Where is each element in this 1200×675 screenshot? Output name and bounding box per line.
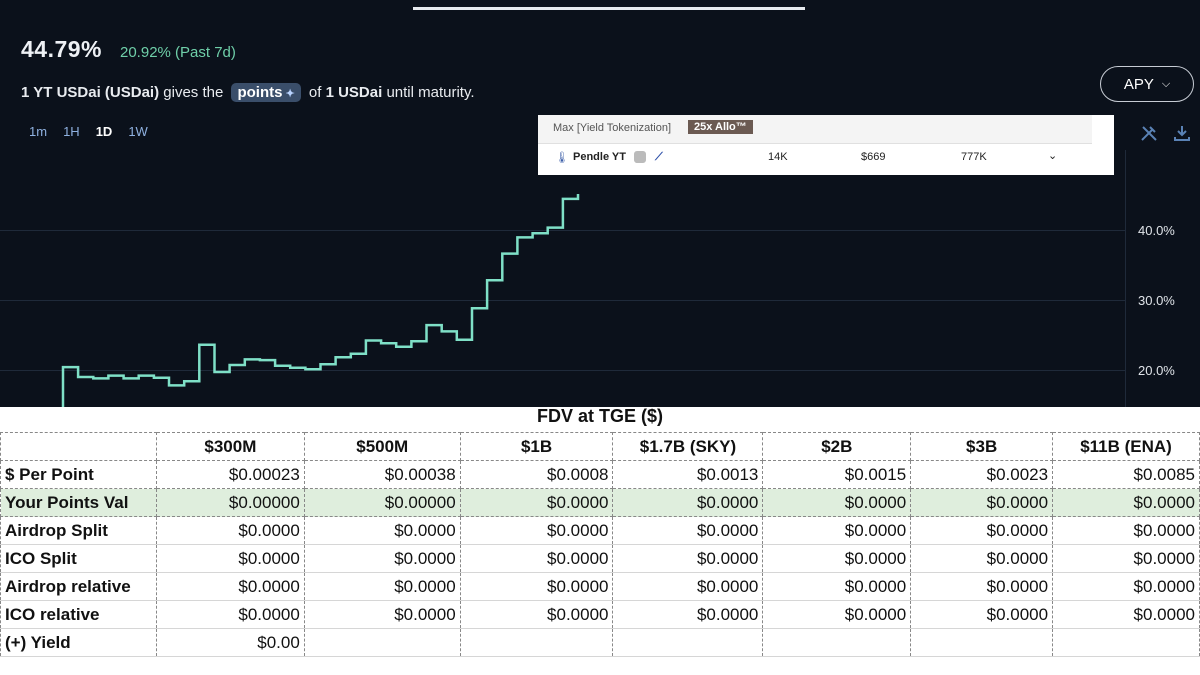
table-cell: $0.0000 <box>612 516 764 545</box>
corner-cell <box>0 432 157 461</box>
col-header: $11B (ENA) <box>1052 432 1200 461</box>
row-label: Airdrop Split <box>0 516 157 545</box>
col-header: $1B <box>460 432 614 461</box>
table-cell <box>460 628 614 657</box>
table-cell: $0.0000 <box>612 572 764 601</box>
col-header: $3B <box>910 432 1054 461</box>
table-row: Airdrop Split $0.0000 $0.0000 $0.0000 $0… <box>0 516 1200 545</box>
fdv-table: $300M $500M $1B $1.7B (SKY) $2B $3B $11B… <box>0 432 1200 657</box>
header-row: $300M $500M $1B $1.7B (SKY) $2B $3B $11B… <box>0 432 1200 461</box>
popup-title: Max [Yield Tokenization] <box>553 122 672 134</box>
protocol-icon <box>634 151 646 163</box>
table-cell: $0.0000 <box>1052 488 1200 517</box>
arbitrum-icon: ⟋ <box>655 151 663 163</box>
col-header: $1.7B (SKY) <box>612 432 764 461</box>
table-cell: $0.0015 <box>762 460 912 489</box>
table-cell: $0.0000 <box>762 572 912 601</box>
table-cell: $0.0000 <box>1052 572 1200 601</box>
col-header: $300M <box>156 432 305 461</box>
chevron-down-icon[interactable]: ⌄ <box>1048 149 1057 162</box>
table-caption: FDV at TGE ($) <box>536 406 663 426</box>
chart-panel: 44.79% 20.92% (Past 7d) 1 YT USDai (USDa… <box>0 0 1200 407</box>
table-cell: $0.0000 <box>612 488 764 517</box>
popup-col2: $669 <box>861 151 886 163</box>
table-cell <box>612 628 764 657</box>
table-cell <box>1052 628 1200 657</box>
series-line <box>61 194 580 407</box>
table-cell: $0.0000 <box>762 544 912 573</box>
col-header: $500M <box>304 432 461 461</box>
yield-tokenization-popup: Max [Yield Tokenization] 25x Allo™ 🌡 Pen… <box>538 115 1114 175</box>
table-cell: $0.0000 <box>156 572 305 601</box>
col-header: $2B <box>762 432 912 461</box>
row-label: $ Per Point <box>0 460 157 489</box>
row-label: (+) Yield <box>0 628 157 657</box>
table-cell: $0.0000 <box>910 544 1054 573</box>
allocation-badge: 25x Allo™ <box>688 120 753 134</box>
table-cell <box>910 628 1054 657</box>
table-cell: $0.0008 <box>460 460 614 489</box>
thermometer-icon: 🌡 <box>555 152 569 164</box>
table-cell: $0.0000 <box>460 516 614 545</box>
table-cell: $0.0000 <box>910 572 1054 601</box>
row-label: Airdrop relative <box>0 572 157 601</box>
row-label: ICO Split <box>0 544 157 573</box>
table-cell: $0.00000 <box>156 488 305 517</box>
table-cell: $0.0000 <box>762 600 912 629</box>
table-cell: $0.00 <box>156 628 305 657</box>
table-row: Your Points Val $0.00000 $0.00000 $0.000… <box>0 488 1200 517</box>
table-cell: $0.0023 <box>910 460 1054 489</box>
table-cell: $0.0013 <box>612 460 764 489</box>
table-cell: $0.00023 <box>156 460 305 489</box>
table-cell: $0.0000 <box>460 600 614 629</box>
popup-row[interactable]: 🌡 Pendle YT ⟋ 14K $669 777K ⌄ <box>538 145 1092 169</box>
table-cell <box>304 628 461 657</box>
row-label: ICO relative <box>0 600 157 629</box>
table-cell: $0.0000 <box>1052 600 1200 629</box>
table-cell: $0.0000 <box>460 572 614 601</box>
pendle-yt-name: Pendle YT <box>573 151 626 163</box>
table-cell: $0.0000 <box>612 600 764 629</box>
table-row: Airdrop relative $0.0000 $0.0000 $0.0000… <box>0 572 1200 601</box>
table-cell: $0.0000 <box>304 544 461 573</box>
table-cell: $0.0000 <box>460 544 614 573</box>
table-row: ICO Split $0.0000 $0.0000 $0.0000 $0.000… <box>0 544 1200 573</box>
table-cell: $0.00000 <box>304 488 461 517</box>
table-cell: $0.0000 <box>762 488 912 517</box>
row-label: Your Points Val <box>0 488 157 517</box>
table-cell: $0.0000 <box>910 516 1054 545</box>
table-row: ICO relative $0.0000 $0.0000 $0.0000 $0.… <box>0 600 1200 629</box>
table-cell: $0.0000 <box>304 516 461 545</box>
table-cell: $0.0000 <box>460 488 614 517</box>
popup-col1: 14K <box>768 151 788 163</box>
table-cell: $0.0000 <box>156 516 305 545</box>
popup-col3: 777K <box>961 151 987 163</box>
apy-line-chart <box>61 194 580 407</box>
table-cell: $0.0000 <box>156 600 305 629</box>
table-cell: $0.0000 <box>304 572 461 601</box>
table-cell: $0.0000 <box>1052 516 1200 545</box>
table-cell: $0.00038 <box>304 460 461 489</box>
table-row: (+) Yield $0.00 <box>0 628 1200 657</box>
table-cell: $0.0000 <box>910 600 1054 629</box>
table-row: $ Per Point $0.00023 $0.00038 $0.0008 $0… <box>0 460 1200 489</box>
table-cell <box>762 628 912 657</box>
table-cell: $0.0000 <box>910 488 1054 517</box>
table-cell: $0.0000 <box>762 516 912 545</box>
table-cell: $0.0000 <box>1052 544 1200 573</box>
table-cell: $0.0000 <box>156 544 305 573</box>
popup-header: Max [Yield Tokenization] 25x Allo™ <box>538 115 1092 144</box>
table-cell: $0.0000 <box>304 600 461 629</box>
table-cell: $0.0000 <box>612 544 764 573</box>
table-cell: $0.0085 <box>1052 460 1200 489</box>
